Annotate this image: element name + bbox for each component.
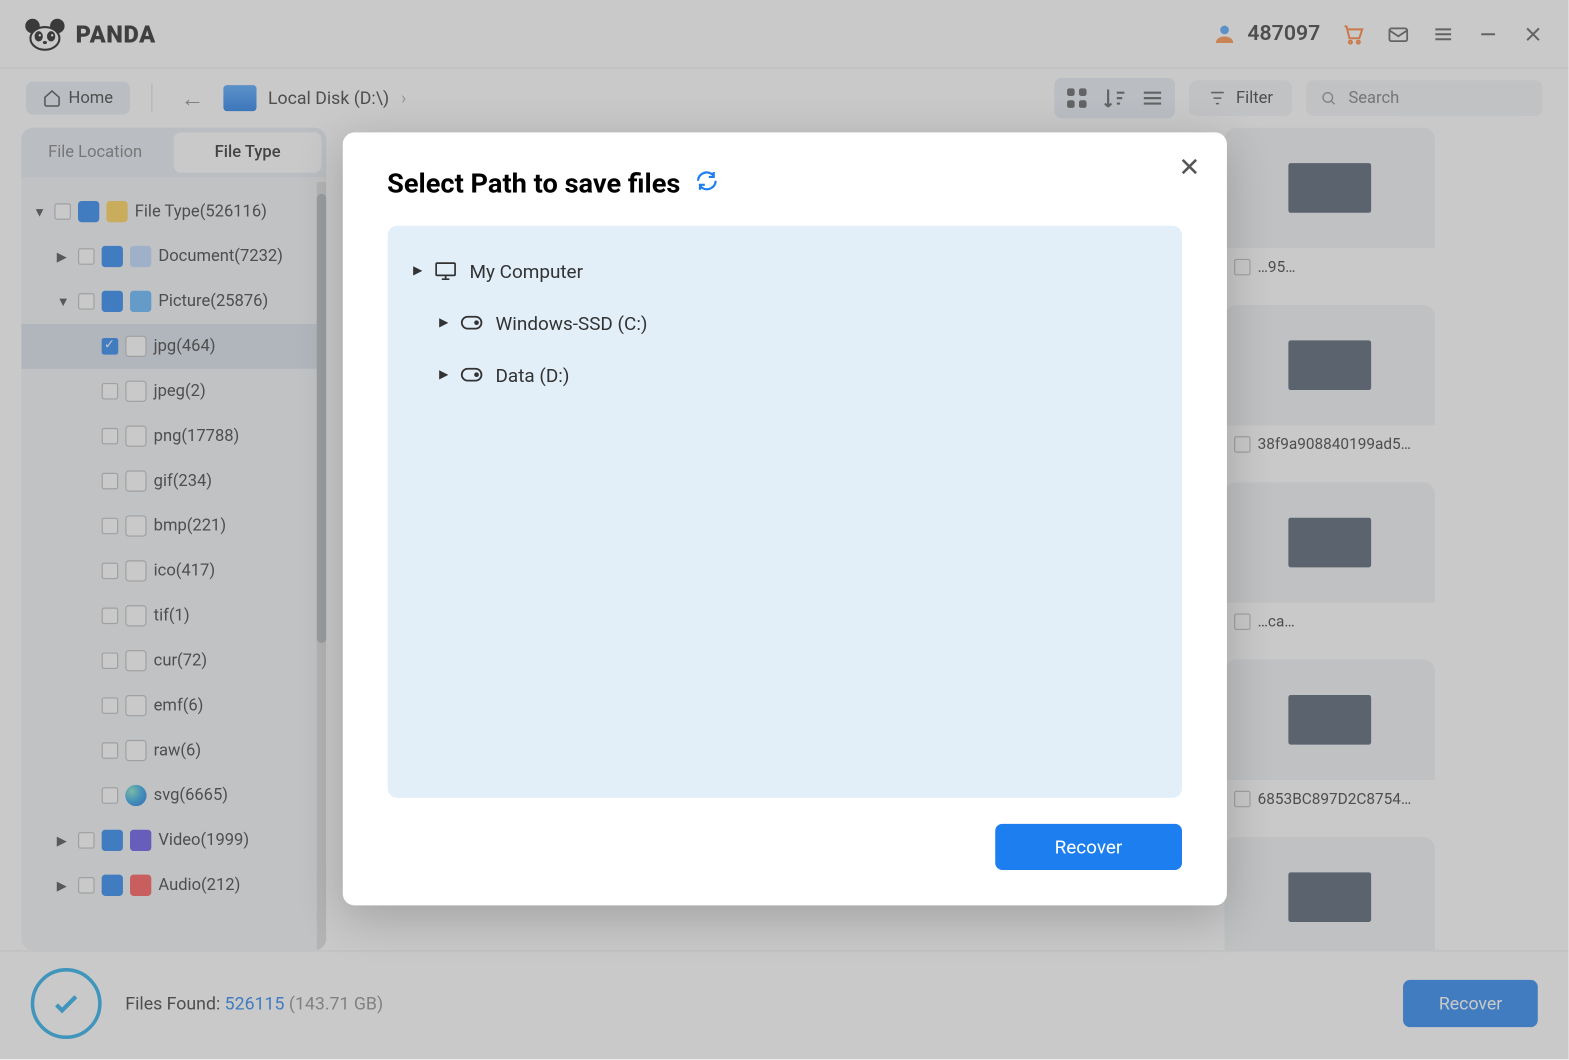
path-tree: ▶My Computer▶Windows-SSD (C:)▶Data (D:) — [387, 226, 1181, 798]
path-tree-item[interactable]: ▶My Computer — [404, 245, 1165, 297]
refresh-icon[interactable] — [695, 168, 719, 200]
modal-title: Select Path to save files — [387, 168, 1181, 200]
modal-overlay: ✕ Select Path to save files ▶My Computer… — [0, 0, 1569, 1059]
path-tree-item[interactable]: ▶Windows-SSD (C:) — [404, 297, 1165, 349]
modal-title-text: Select Path to save files — [387, 168, 680, 200]
path-label: My Computer — [469, 259, 583, 281]
close-icon[interactable]: ✕ — [1179, 154, 1201, 184]
path-label: Data (D:) — [495, 363, 569, 385]
select-path-modal: ✕ Select Path to save files ▶My Computer… — [342, 132, 1226, 905]
path-label: Windows-SSD (C:) — [495, 311, 647, 333]
path-tree-item[interactable]: ▶Data (D:) — [404, 349, 1165, 401]
modal-recover-button[interactable]: Recover — [996, 824, 1182, 870]
